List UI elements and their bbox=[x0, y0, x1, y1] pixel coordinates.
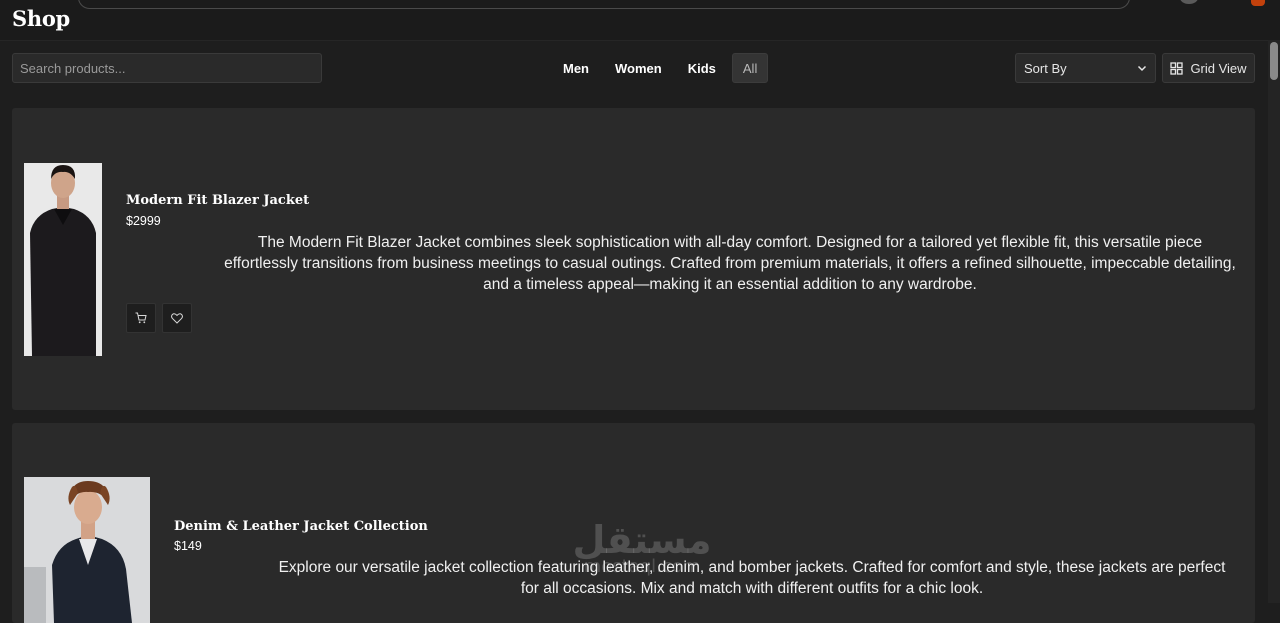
add-to-cart-button[interactable] bbox=[126, 303, 156, 333]
browser-address-bar[interactable] bbox=[78, 0, 1130, 9]
filter-kids[interactable]: Kids bbox=[678, 53, 726, 83]
product-photo-blazer bbox=[24, 163, 102, 356]
product-price: $149 bbox=[174, 539, 202, 553]
grid-icon bbox=[1170, 61, 1184, 75]
browser-extension-icon[interactable] bbox=[1251, 0, 1265, 6]
grid-view-button[interactable]: Grid View bbox=[1162, 53, 1255, 83]
category-filters: Men Women Kids All bbox=[553, 53, 769, 83]
product-name[interactable]: Modern Fit Blazer Jacket bbox=[126, 193, 309, 208]
browser-profile-icon[interactable] bbox=[1180, 0, 1198, 4]
search-input[interactable] bbox=[12, 53, 322, 83]
product-description: Explore our versatile jacket collection … bbox=[278, 559, 1226, 597]
sort-select[interactable]: Sort By bbox=[1015, 53, 1156, 83]
top-bar: Shop bbox=[0, 0, 1280, 41]
filter-all[interactable]: All bbox=[731, 53, 769, 83]
product-price: $2999 bbox=[126, 214, 161, 228]
cart-icon bbox=[135, 312, 147, 324]
product-name[interactable]: Denim & Leather Jacket Collection bbox=[174, 519, 428, 534]
add-to-wishlist-button[interactable] bbox=[162, 303, 192, 333]
sort-select-label: Sort By bbox=[1024, 60, 1067, 76]
product-image[interactable] bbox=[24, 163, 102, 356]
product-card: Modern Fit Blazer Jacket $2999 The Moder… bbox=[12, 108, 1255, 410]
filter-women[interactable]: Women bbox=[605, 53, 672, 83]
product-card: Denim & Leather Jacket Collection $149 E… bbox=[12, 423, 1255, 623]
heart-icon bbox=[171, 312, 183, 324]
product-photo-jacket bbox=[24, 477, 150, 623]
filter-men[interactable]: Men bbox=[553, 53, 599, 83]
scrollbar[interactable] bbox=[1268, 40, 1280, 603]
product-description: The Modern Fit Blazer Jacket combines sl… bbox=[224, 234, 1236, 293]
chevron-down-icon bbox=[1137, 65, 1147, 72]
scrollbar-thumb[interactable] bbox=[1270, 42, 1278, 80]
product-image[interactable] bbox=[24, 477, 150, 623]
grid-view-label: Grid View bbox=[1190, 60, 1247, 76]
page-title: Shop bbox=[12, 6, 70, 31]
